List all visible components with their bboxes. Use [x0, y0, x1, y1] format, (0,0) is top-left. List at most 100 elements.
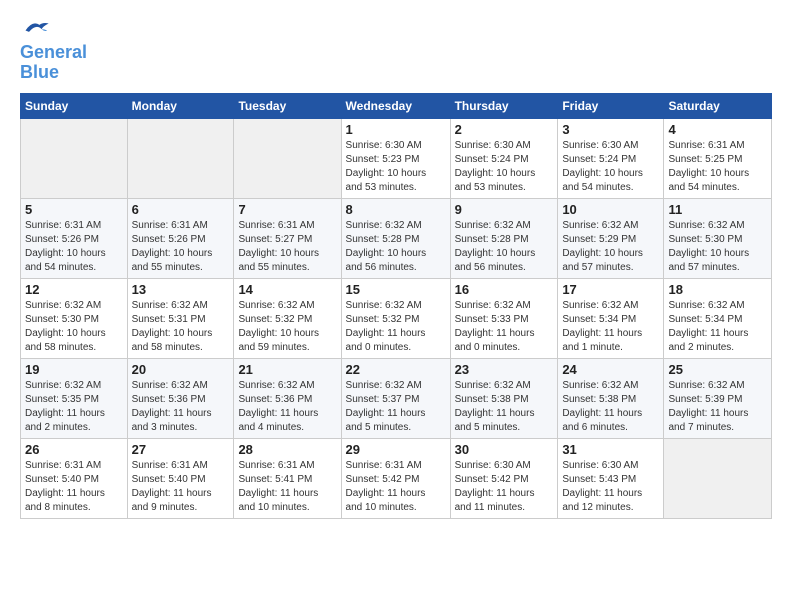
calendar-cell: 9 Sunrise: 6:32 AM Sunset: 5:28 PM Daylig…: [450, 198, 558, 278]
calendar-cell: 12 Sunrise: 6:32 AM Sunset: 5:30 PM Dayli…: [21, 278, 128, 358]
day-info: Sunrise: 6:32 AM Sunset: 5:29 PM Dayligh…: [562, 219, 659, 275]
day-info: Sunrise: 6:31 AM Sunset: 5:25 PM Dayligh…: [668, 139, 767, 195]
day-number: 16: [455, 282, 554, 297]
day-info: Sunrise: 6:31 AM Sunset: 5:42 PM Dayligh…: [346, 459, 446, 515]
day-info: Sunrise: 6:31 AM Sunset: 5:26 PM Dayligh…: [132, 219, 230, 275]
day-info: Sunrise: 6:32 AM Sunset: 5:36 PM Dayligh…: [238, 379, 336, 435]
day-number: 13: [132, 282, 230, 297]
day-of-week-thursday: Thursday: [450, 93, 558, 118]
day-info: Sunrise: 6:32 AM Sunset: 5:37 PM Dayligh…: [346, 379, 446, 435]
calendar-cell: 13 Sunrise: 6:32 AM Sunset: 5:31 PM Dayli…: [127, 278, 234, 358]
day-number: 17: [562, 282, 659, 297]
calendar-table: SundayMondayTuesdayWednesdayThursdayFrid…: [20, 93, 772, 519]
day-number: 10: [562, 202, 659, 217]
day-number: 11: [668, 202, 767, 217]
day-info: Sunrise: 6:32 AM Sunset: 5:35 PM Dayligh…: [25, 379, 123, 435]
day-info: Sunrise: 6:30 AM Sunset: 5:42 PM Dayligh…: [455, 459, 554, 515]
day-number: 15: [346, 282, 446, 297]
day-info: Sunrise: 6:32 AM Sunset: 5:38 PM Dayligh…: [562, 379, 659, 435]
day-number: 30: [455, 442, 554, 457]
day-number: 31: [562, 442, 659, 457]
day-number: 8: [346, 202, 446, 217]
calendar-cell: 19 Sunrise: 6:32 AM Sunset: 5:35 PM Dayli…: [21, 358, 128, 438]
day-info: Sunrise: 6:30 AM Sunset: 5:24 PM Dayligh…: [562, 139, 659, 195]
day-number: 26: [25, 442, 123, 457]
day-info: Sunrise: 6:31 AM Sunset: 5:27 PM Dayligh…: [238, 219, 336, 275]
calendar-cell: 21 Sunrise: 6:32 AM Sunset: 5:36 PM Dayli…: [234, 358, 341, 438]
calendar-cell: 4 Sunrise: 6:31 AM Sunset: 5:25 PM Daylig…: [664, 118, 772, 198]
day-info: Sunrise: 6:32 AM Sunset: 5:38 PM Dayligh…: [455, 379, 554, 435]
day-number: 28: [238, 442, 336, 457]
calendar-cell: 30 Sunrise: 6:30 AM Sunset: 5:42 PM Dayli…: [450, 438, 558, 518]
calendar-cell: 7Sunrise: 6:31 AM Sunset: 5:27 PM Daylig…: [234, 198, 341, 278]
day-info: Sunrise: 6:30 AM Sunset: 5:23 PM Dayligh…: [346, 139, 446, 195]
day-number: 29: [346, 442, 446, 457]
calendar-cell: 1 Sunrise: 6:30 AM Sunset: 5:23 PM Daylig…: [341, 118, 450, 198]
day-info: Sunrise: 6:32 AM Sunset: 5:34 PM Dayligh…: [562, 299, 659, 355]
day-number: 25: [668, 362, 767, 377]
day-number: 1: [346, 122, 446, 137]
day-info: Sunrise: 6:32 AM Sunset: 5:31 PM Dayligh…: [132, 299, 230, 355]
calendar-week-row: 26 Sunrise: 6:31 AM Sunset: 5:40 PM Dayli…: [21, 438, 772, 518]
calendar-cell: [21, 118, 128, 198]
day-info: Sunrise: 6:32 AM Sunset: 5:34 PM Dayligh…: [668, 299, 767, 355]
day-of-week-monday: Monday: [127, 93, 234, 118]
calendar-header-row: SundayMondayTuesdayWednesdayThursdayFrid…: [21, 93, 772, 118]
day-number: 20: [132, 362, 230, 377]
day-info: Sunrise: 6:32 AM Sunset: 5:32 PM Dayligh…: [346, 299, 446, 355]
calendar-cell: 16 Sunrise: 6:32 AM Sunset: 5:33 PM Dayli…: [450, 278, 558, 358]
calendar-cell: 5 Sunrise: 6:31 AM Sunset: 5:26 PM Daylig…: [21, 198, 128, 278]
calendar-cell: 24Sunrise: 6:32 AM Sunset: 5:38 PM Dayli…: [558, 358, 664, 438]
day-of-week-friday: Friday: [558, 93, 664, 118]
calendar-cell: 14Sunrise: 6:32 AM Sunset: 5:32 PM Dayli…: [234, 278, 341, 358]
calendar-cell: 26 Sunrise: 6:31 AM Sunset: 5:40 PM Dayli…: [21, 438, 128, 518]
calendar-week-row: 5 Sunrise: 6:31 AM Sunset: 5:26 PM Daylig…: [21, 198, 772, 278]
day-info: Sunrise: 6:32 AM Sunset: 5:28 PM Dayligh…: [455, 219, 554, 275]
calendar-cell: 11 Sunrise: 6:32 AM Sunset: 5:30 PM Dayli…: [664, 198, 772, 278]
day-number: 4: [668, 122, 767, 137]
calendar-week-row: 19 Sunrise: 6:32 AM Sunset: 5:35 PM Dayli…: [21, 358, 772, 438]
calendar-cell: [127, 118, 234, 198]
day-number: 27: [132, 442, 230, 457]
day-number: 2: [455, 122, 554, 137]
day-info: Sunrise: 6:32 AM Sunset: 5:28 PM Dayligh…: [346, 219, 446, 275]
day-info: Sunrise: 6:32 AM Sunset: 5:30 PM Dayligh…: [25, 299, 123, 355]
page: General Blue SundayMondayTuesdayWednesda…: [0, 0, 792, 529]
logo-text: General Blue: [20, 43, 87, 83]
calendar-cell: 25 Sunrise: 6:32 AM Sunset: 5:39 PM Dayli…: [664, 358, 772, 438]
logo: General Blue: [20, 16, 87, 83]
day-info: Sunrise: 6:32 AM Sunset: 5:33 PM Dayligh…: [455, 299, 554, 355]
day-info: Sunrise: 6:32 AM Sunset: 5:39 PM Dayligh…: [668, 379, 767, 435]
calendar-week-row: 12 Sunrise: 6:32 AM Sunset: 5:30 PM Dayli…: [21, 278, 772, 358]
calendar-cell: 23 Sunrise: 6:32 AM Sunset: 5:38 PM Dayli…: [450, 358, 558, 438]
day-number: 12: [25, 282, 123, 297]
calendar-cell: 3 Sunrise: 6:30 AM Sunset: 5:24 PM Daylig…: [558, 118, 664, 198]
day-number: 22: [346, 362, 446, 377]
calendar-cell: 28Sunrise: 6:31 AM Sunset: 5:41 PM Dayli…: [234, 438, 341, 518]
day-info: Sunrise: 6:32 AM Sunset: 5:30 PM Dayligh…: [668, 219, 767, 275]
calendar-cell: 8 Sunrise: 6:32 AM Sunset: 5:28 PM Daylig…: [341, 198, 450, 278]
calendar-cell: 22 Sunrise: 6:32 AM Sunset: 5:37 PM Dayli…: [341, 358, 450, 438]
day-info: Sunrise: 6:31 AM Sunset: 5:26 PM Dayligh…: [25, 219, 123, 275]
day-info: Sunrise: 6:31 AM Sunset: 5:40 PM Dayligh…: [25, 459, 123, 515]
day-number: 9: [455, 202, 554, 217]
day-info: Sunrise: 6:31 AM Sunset: 5:40 PM Dayligh…: [132, 459, 230, 515]
calendar-cell: [664, 438, 772, 518]
calendar-cell: 17 Sunrise: 6:32 AM Sunset: 5:34 PM Dayli…: [558, 278, 664, 358]
day-number: 14: [238, 282, 336, 297]
calendar-cell: [234, 118, 341, 198]
day-number: 6: [132, 202, 230, 217]
day-of-week-tuesday: Tuesday: [234, 93, 341, 118]
day-number: 5: [25, 202, 123, 217]
day-of-week-saturday: Saturday: [664, 93, 772, 118]
calendar-cell: 2Sunrise: 6:30 AM Sunset: 5:24 PM Daylig…: [450, 118, 558, 198]
day-number: 3: [562, 122, 659, 137]
calendar-cell: 15 Sunrise: 6:32 AM Sunset: 5:32 PM Dayli…: [341, 278, 450, 358]
day-of-week-sunday: Sunday: [21, 93, 128, 118]
day-number: 19: [25, 362, 123, 377]
calendar-cell: 27 Sunrise: 6:31 AM Sunset: 5:40 PM Dayli…: [127, 438, 234, 518]
day-number: 18: [668, 282, 767, 297]
day-number: 21: [238, 362, 336, 377]
day-number: 23: [455, 362, 554, 377]
day-of-week-wednesday: Wednesday: [341, 93, 450, 118]
